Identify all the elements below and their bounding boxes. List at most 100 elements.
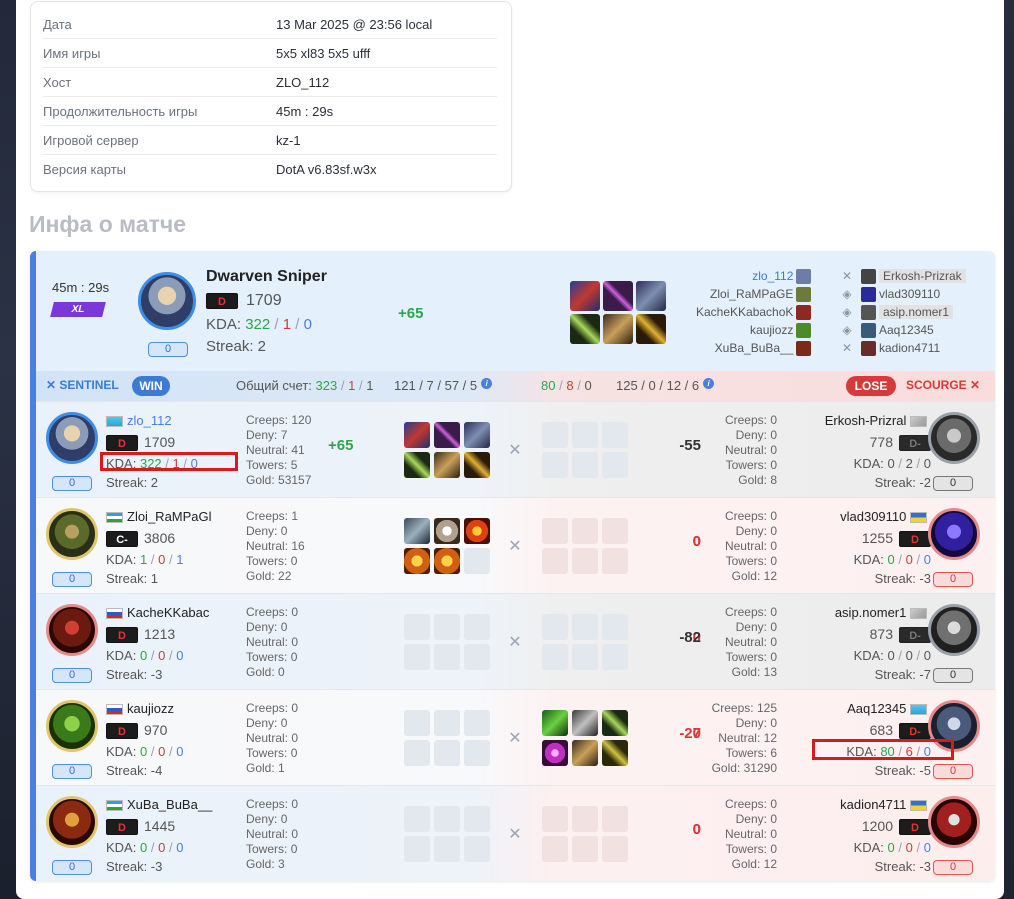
mini-player[interactable]: XuBa_BuBa__	[696, 339, 814, 357]
item-icon[interactable]	[434, 452, 460, 478]
player-row: 0 kaujiozz D 970 KDA: 0 / 0 / 0 Streak: -…	[36, 689, 995, 785]
hero-avatar[interactable]	[928, 796, 980, 848]
mini-player[interactable]: asip.nomer1	[858, 303, 966, 321]
hero-avatar[interactable]	[928, 412, 980, 464]
info-key: Хост	[43, 74, 72, 90]
item-icon[interactable]	[572, 740, 598, 766]
mini-player[interactable]: kaujiozz	[696, 321, 814, 339]
hero-avatar[interactable]	[46, 700, 98, 752]
player-name[interactable]: Zloi_RaMPaGl	[106, 509, 212, 524]
mvp-items	[570, 281, 666, 344]
highlight-box	[100, 452, 238, 471]
item-icon[interactable]	[636, 281, 666, 311]
player-kda: KDA: 0 / 0 / 0	[106, 744, 184, 759]
versus-icons: ✕ ◈ ◈ ◈ ✕	[837, 267, 857, 357]
player-name[interactable]: KacheKKabac	[106, 605, 209, 620]
player-rank: D 970	[106, 722, 167, 740]
item-icon[interactable]	[542, 710, 568, 736]
lose-badge: LOSE	[846, 376, 896, 396]
player-rank: 1200 D	[862, 818, 931, 836]
item-icon[interactable]	[636, 314, 666, 344]
mvp-hero-name: Dwarven Sniper	[206, 268, 327, 285]
opponent-items	[542, 806, 628, 862]
info-value: 13 Mar 2025 @ 23:56 local	[276, 16, 433, 32]
kda-deaths: 1	[282, 316, 292, 333]
item-icon[interactable]	[542, 740, 568, 766]
player-name[interactable]: kadion4711	[840, 797, 931, 812]
item-icon[interactable]	[570, 281, 600, 311]
item-icon[interactable]	[602, 710, 628, 736]
item-icon[interactable]	[464, 422, 490, 448]
item-icon[interactable]	[464, 518, 490, 544]
player-name[interactable]: kaujiozz	[106, 701, 174, 716]
background-right	[1004, 0, 1014, 899]
flag-icon	[106, 800, 123, 812]
item-slot-empty	[464, 548, 490, 574]
mvp-hero-avatar[interactable]	[138, 272, 196, 330]
info-value: 45m : 29s	[276, 103, 334, 119]
mini-player[interactable]: zlo_112	[696, 267, 814, 285]
player-name[interactable]: zlo_112	[106, 413, 172, 428]
item-icon[interactable]	[404, 548, 430, 574]
hero-avatar[interactable]	[46, 604, 98, 656]
kda-assists: 0	[303, 316, 312, 333]
xl-badge: XL	[50, 302, 106, 317]
hero-icon	[861, 340, 876, 356]
player-name[interactable]: vlad309110	[840, 509, 931, 524]
hero-avatar[interactable]	[928, 604, 980, 656]
player-name[interactable]: Erkosh-Prizral	[825, 413, 931, 428]
player-row: 0 Zloi_RaMPaGl C- 3806 KDA: 1 / 0 / 1 Str…	[36, 497, 995, 593]
hero-avatar[interactable]	[46, 508, 98, 560]
item-icon[interactable]	[464, 452, 490, 478]
player-rank: 683 D-	[870, 722, 931, 740]
item-icon[interactable]	[603, 281, 633, 311]
player-items	[404, 614, 490, 670]
item-icon[interactable]	[434, 422, 460, 448]
win-badge: WIN	[132, 376, 170, 396]
hero-icon	[796, 322, 812, 338]
item-icon[interactable]	[603, 314, 633, 344]
mini-player[interactable]: vlad309110	[858, 285, 966, 303]
player-kda: KDA: 0 / 0 / 0	[853, 840, 931, 855]
hero-icon	[861, 304, 876, 320]
player-stats: Creeps: 1 Deny: 0 Neutral: 16 Towers: 0 …	[246, 509, 305, 583]
info-icon[interactable]: i	[481, 378, 493, 389]
player-pill: 0	[933, 761, 973, 779]
hero-avatar[interactable]	[46, 412, 98, 464]
player-name[interactable]: asip.nomer1	[835, 605, 931, 620]
info-row-map-version: Версия карты DotA v6.83sf.w3x	[43, 155, 497, 184]
item-icon[interactable]	[434, 548, 460, 574]
mini-player[interactable]: Erkosh-Prizrak	[858, 267, 966, 285]
mini-player[interactable]: Aaq12345	[858, 321, 966, 339]
item-icon[interactable]	[404, 422, 430, 448]
info-key: Игровой сервер	[43, 132, 139, 148]
scourge-mini-list: Erkosh-Prizrak vlad309110 asip.nomer1 Aa…	[858, 267, 966, 357]
item-icon[interactable]	[572, 710, 598, 736]
item-icon[interactable]	[602, 740, 628, 766]
player-items	[404, 806, 490, 862]
shield-icon: ◈	[842, 305, 852, 319]
player-stats: Creeps: 0 Deny: 0 Neutral: 0 Towers: 0 G…	[724, 413, 777, 487]
player-row: 0 zlo_112 D 1709 KDA: 322 / 1 / 0 Streak:…	[36, 401, 995, 497]
item-icon[interactable]	[434, 518, 460, 544]
opponent-items	[542, 422, 628, 478]
hero-avatar[interactable]	[46, 796, 98, 848]
info-icon[interactable]: i	[703, 378, 715, 389]
info-row-duration: Продолжительность игры 45m : 29s	[43, 97, 497, 126]
hero-icon	[861, 268, 876, 284]
player-name[interactable]: XuBa_BuBa__	[106, 797, 212, 812]
mini-player[interactable]: KacheKKabachoK	[696, 303, 814, 321]
player-streak: Streak: -3	[106, 859, 163, 874]
mini-player[interactable]: Zloi_RaMPaGE	[696, 285, 814, 303]
mini-player[interactable]: kadion4711	[858, 339, 966, 357]
rating-delta: -27	[679, 725, 701, 742]
rank-badge: D	[206, 292, 238, 309]
item-icon[interactable]	[570, 314, 600, 344]
item-icon[interactable]	[404, 452, 430, 478]
player-rank: D 1709	[106, 434, 175, 452]
hero-avatar[interactable]	[928, 508, 980, 560]
hero-icon	[796, 340, 812, 356]
player-rank: D 1213	[106, 626, 175, 644]
item-icon[interactable]	[404, 518, 430, 544]
player-name[interactable]: Aaq12345	[847, 701, 931, 716]
